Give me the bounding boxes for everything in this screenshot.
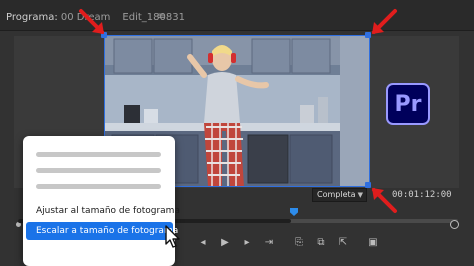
play-icon[interactable]: ▶: [218, 236, 232, 250]
duration-timecode: 00:01:12:00: [392, 190, 452, 200]
menu-placeholder-line: [36, 168, 161, 173]
step-forward-icon[interactable]: ▸: [240, 236, 254, 250]
zoom-bar-right-knob[interactable]: [450, 220, 459, 229]
compare-icon[interactable]: ▣: [366, 236, 380, 250]
chevron-down-icon: ▼: [357, 191, 363, 199]
zoom-level-value: Completa: [317, 190, 356, 199]
menu-item-scale-to-frame[interactable]: Escalar a tamaño de fotograma: [26, 222, 178, 240]
camera-icon[interactable]: [344, 236, 358, 250]
mark-out-icon[interactable]: ⇥: [262, 236, 276, 250]
panel-header: Programa: 00 Dream Edit_180831 ≡: [0, 0, 474, 31]
arrow-top-right-icon: [372, 9, 397, 34]
menu-placeholder-line: [36, 152, 161, 157]
premiere-pro-logo: Pr: [386, 83, 430, 125]
menu-placeholder-line: [36, 184, 161, 189]
premiere-pro-logo-text: Pr: [394, 91, 422, 117]
zoom-level-select[interactable]: Completa ▼: [312, 188, 367, 202]
lift-icon[interactable]: ⎘: [292, 236, 306, 250]
menu-item-fit-to-frame[interactable]: Ajustar al tamaño de fotograma: [23, 202, 180, 220]
program-monitor: Programa: 00 Dream Edit_180831 ≡ Pr Comp…: [0, 0, 474, 266]
panel-title-prefix: Programa:: [6, 12, 58, 23]
arrow-top-left-icon: [79, 9, 104, 34]
hamburger-icon[interactable]: ≡: [157, 11, 165, 22]
context-menu: Ajustar al tamaño de fotograma Escalar a…: [23, 136, 180, 266]
transport-controls: ◂ ▶ ▸ ⇥ ⎘ ⧉ ⇱ ▣: [190, 236, 380, 252]
extract-icon[interactable]: ⧉: [314, 236, 328, 250]
mouse-cursor-icon: [165, 225, 180, 248]
step-back-icon[interactable]: ◂: [196, 236, 210, 250]
playhead[interactable]: [290, 208, 298, 216]
